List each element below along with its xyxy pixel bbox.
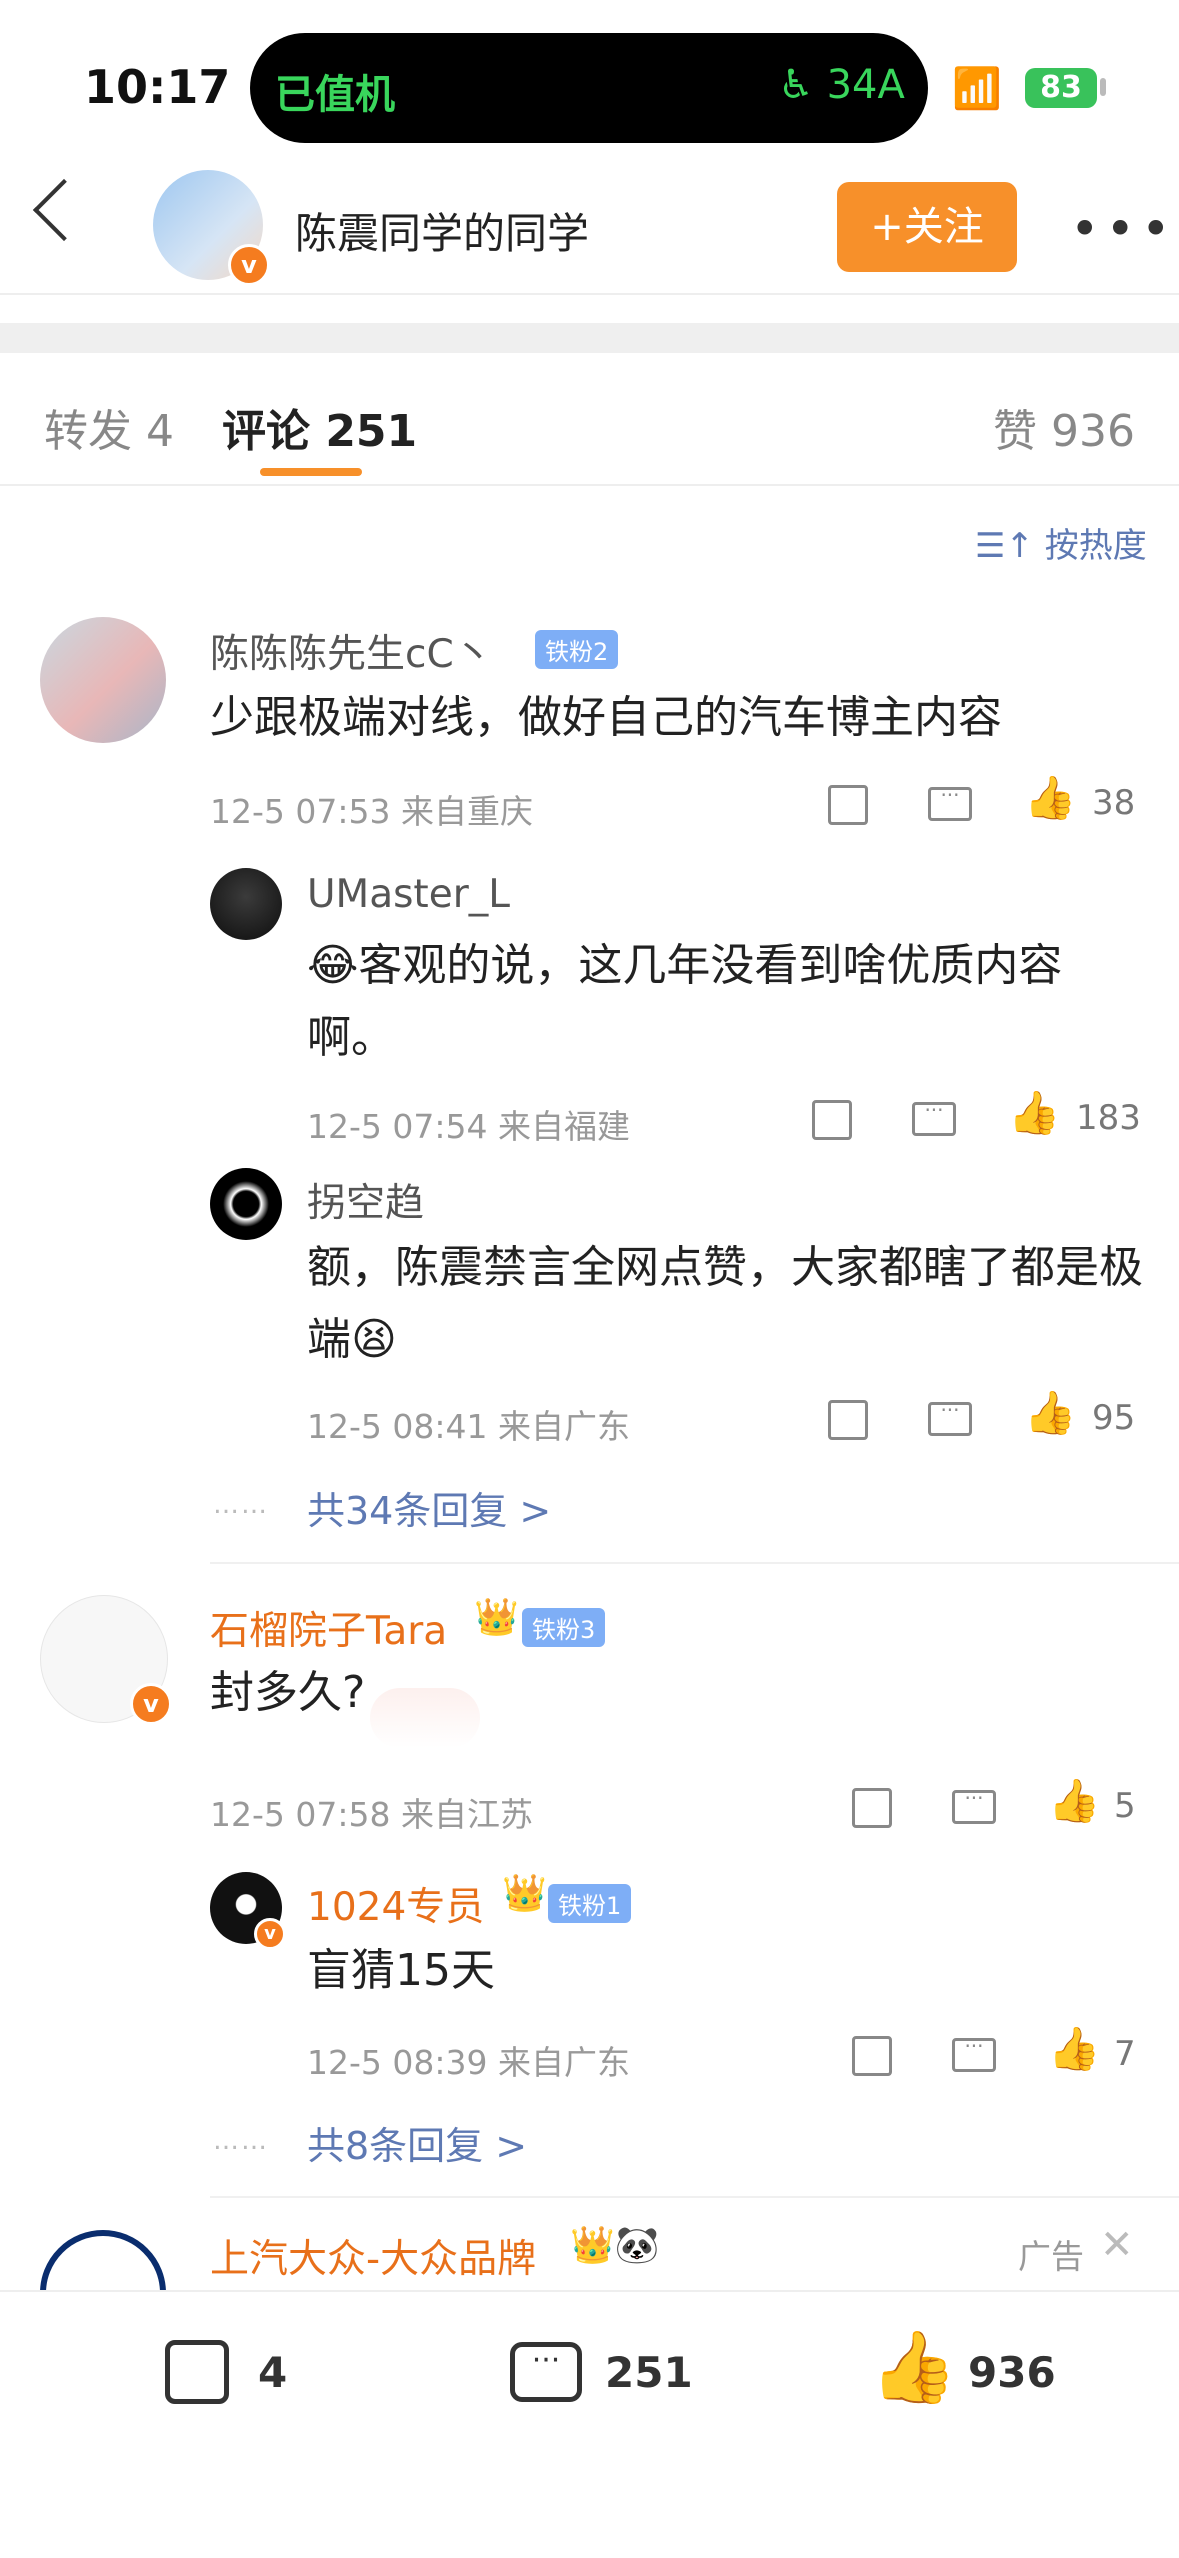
close-icon[interactable]: ✕ <box>1100 2222 1134 2268</box>
like-count-total[interactable]: 936 <box>968 2348 1056 2397</box>
like-count: 183 <box>1076 1098 1141 1138</box>
like-icon[interactable]: 👍 <box>870 2326 957 2409</box>
verified-icon: v <box>228 244 270 286</box>
commenter-name[interactable]: 陈陈陈先生cC丶 <box>210 623 493 679</box>
reply-meta: 12-5 08:39 来自广东 <box>307 2043 630 2082</box>
repost-icon[interactable] <box>165 2340 229 2404</box>
battery-tip <box>1100 78 1106 96</box>
sort-button[interactable]: ☰↑ 按热度 <box>975 518 1147 567</box>
like-icon[interactable]: 👍 <box>1024 1388 1076 1438</box>
fan-badge: 铁粉1 <box>548 1884 632 1923</box>
like-count: 7 <box>1114 2034 1136 2074</box>
reply-meta: 12-5 08:41 来自广东 <box>307 1407 630 1446</box>
seat-label: ♿ 34A <box>778 62 905 108</box>
reply-name[interactable]: 拐空趋 <box>307 1172 424 1228</box>
active-tab-indicator <box>260 468 362 476</box>
follow-button[interactable]: +关注 <box>837 182 1017 272</box>
comment-divider <box>210 2196 1179 2198</box>
reply-icon[interactable]: ··· <box>928 785 972 821</box>
island-activity-label: 已值机 <box>275 72 395 118</box>
comment-divider <box>210 1562 1179 1564</box>
like-icon[interactable]: 👍 <box>1048 1776 1100 1826</box>
share-icon[interactable] <box>812 1100 852 1140</box>
like-icon[interactable]: 👍 <box>1048 2024 1100 2074</box>
tab-repost[interactable]: 转发 4 <box>44 395 174 459</box>
comment-icon[interactable]: ··· <box>510 2342 582 2402</box>
reply-icon[interactable]: ··· <box>912 1100 956 1136</box>
more-replies-link[interactable]: 共8条回复 > <box>307 2115 527 2170</box>
replies-dots: …… <box>213 1490 269 1520</box>
reply-name[interactable]: 1024专员 <box>307 1876 484 1932</box>
ad-brand-name[interactable]: 上汽大众-大众品牌 <box>210 2228 536 2284</box>
like-count: 95 <box>1092 1398 1136 1438</box>
nav-divider <box>0 293 1179 295</box>
commenter-avatar[interactable] <box>40 617 166 743</box>
fan-badge: 铁粉2 <box>535 630 619 669</box>
author-name[interactable]: 陈震同学的同学 <box>295 200 589 261</box>
comment-text: 少跟极端对线，做好自己的汽车博主内容 <box>210 692 1002 743</box>
comment-count[interactable]: 251 <box>605 2348 693 2397</box>
sticker-icon <box>370 1688 480 1748</box>
comment-meta: 12-5 07:53 来自重庆 <box>210 792 533 831</box>
seat-icon: ♿ <box>778 62 814 108</box>
share-icon[interactable] <box>828 1400 868 1440</box>
reply-avatar[interactable] <box>210 868 282 940</box>
verified-icon: v <box>130 1683 172 1725</box>
wifi-icon: 📶 <box>952 66 1002 112</box>
comment-meta: 12-5 07:58 来自江苏 <box>210 1795 533 1834</box>
reply-avatar[interactable] <box>210 1168 282 1240</box>
reply-name[interactable]: UMaster_L <box>307 872 510 917</box>
crown-icon: 👑 <box>474 1597 519 1638</box>
reply-text: 😂客观的说，这几年没看到啥优质内容啊。 <box>307 940 1063 1063</box>
yawning-emoji: 😫 <box>351 1314 397 1365</box>
tab-like[interactable]: 赞 936 <box>993 395 1135 459</box>
reply-icon[interactable]: ··· <box>952 2036 996 2072</box>
section-gap <box>0 323 1179 353</box>
tab-comment[interactable]: 评论 251 <box>222 395 417 459</box>
share-icon[interactable] <box>852 1788 892 1828</box>
share-icon[interactable] <box>828 785 868 825</box>
ad-label: 广告 <box>1018 2237 1084 2276</box>
like-icon[interactable]: 👍 <box>1024 773 1076 823</box>
crown-icon: 👑 <box>502 1873 547 1914</box>
like-count: 5 <box>1114 1786 1136 1826</box>
battery-indicator: 83 <box>1025 68 1097 108</box>
verified-icon: v <box>254 1918 286 1950</box>
like-icon[interactable]: 👍 <box>1008 1088 1060 1138</box>
panda-icon: 👑🐼 <box>570 2225 660 2266</box>
like-count: 38 <box>1092 783 1136 823</box>
repost-count[interactable]: 4 <box>258 2348 287 2397</box>
commenter-name[interactable]: 石榴院子Tara <box>210 1600 447 1656</box>
replies-dots: …… <box>213 2126 269 2156</box>
more-options-icon[interactable]: ••• <box>1070 200 1176 258</box>
tabs-divider <box>0 484 1179 486</box>
reply-text: 额，陈震禁言全网点赞，大家都瞎了都是极端😫 <box>307 1242 1143 1365</box>
reply-icon[interactable]: ··· <box>952 1788 996 1824</box>
share-icon[interactable] <box>852 2036 892 2076</box>
fan-badge: 铁粉3 <box>522 1608 606 1647</box>
laughing-emoji: 😂 <box>307 940 359 991</box>
back-icon[interactable] <box>32 178 96 242</box>
reply-icon[interactable]: ··· <box>928 1400 972 1436</box>
sort-icon: ☰↑ <box>975 526 1034 566</box>
bottom-action-bar <box>0 2290 1179 2558</box>
reply-meta: 12-5 07:54 来自福建 <box>307 1107 630 1146</box>
sort-label: 按热度 <box>1044 526 1147 566</box>
more-replies-link[interactable]: 共34条回复 > <box>307 1480 551 1535</box>
status-time: 10:17 <box>84 60 231 114</box>
seat-number: 34A <box>826 62 905 108</box>
reply-text: 盲猜15天 <box>307 1945 495 1996</box>
